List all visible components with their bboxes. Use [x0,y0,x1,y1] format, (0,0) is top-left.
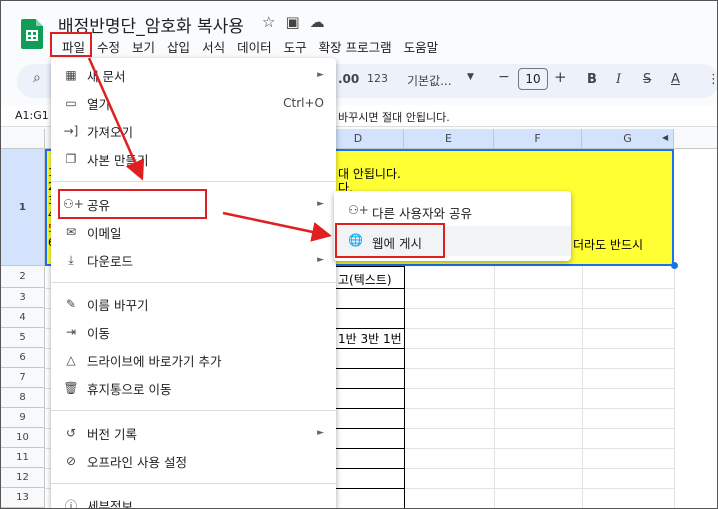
annotation-arrows [87,57,332,242]
app-window: 배정반명단_암호화 복사용 ☆▣☁ 파일 수정 보기 삽입 서식 데이터 도구 … [0,0,718,509]
arrow-share-to-publish [222,211,332,242]
arrow-file-to-share [87,57,145,181]
